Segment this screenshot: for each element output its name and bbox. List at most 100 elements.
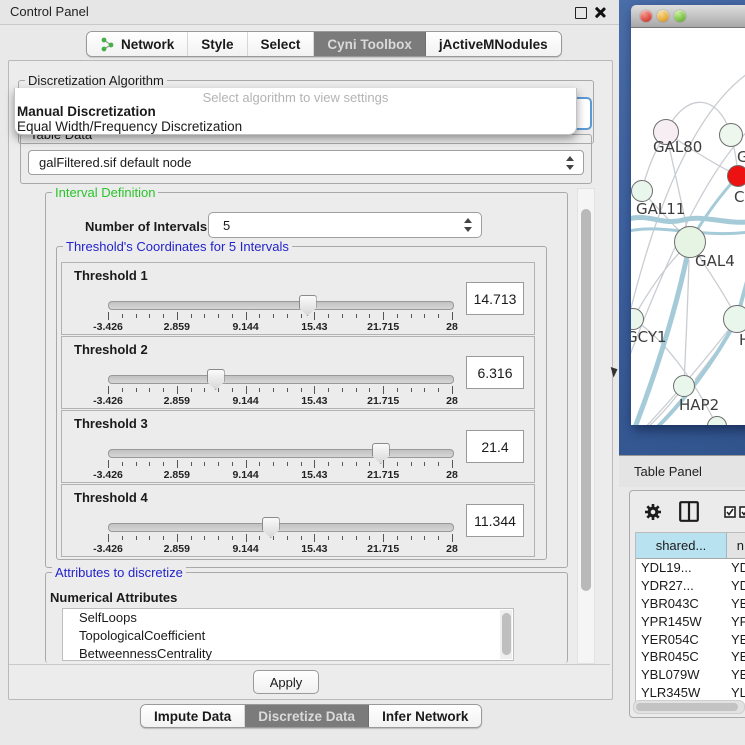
cell-name: YBR0 [731,596,745,611]
network-node[interactable] [631,180,653,202]
tab-infer-network-label: Infer Network [382,709,468,724]
combo-spinner-icon [566,156,574,170]
tab-impute-data-label: Impute Data [154,709,231,724]
node-attribute-table[interactable]: shared... n YDL19... YDL1YDR27... YDR2YB… [635,532,745,703]
network-node-label: GAL4 [695,252,735,270]
tab-cyni-toolbox[interactable]: Cyni Toolbox [314,32,426,56]
number-of-intervals-combobox[interactable]: 5 [208,212,482,238]
tab-jactivemnodules[interactable]: jActiveMNodules [426,32,561,56]
numerical-attributes-list[interactable]: SelfLoopsTopologicalCoefficientBetweenne… [62,608,514,661]
network-node-label: HAP2 [679,396,719,414]
network-node[interactable] [719,123,743,147]
cell-name: YDL1 [731,560,745,575]
number-of-intervals-label: Number of Intervals [85,219,207,234]
table-row[interactable]: YBR043C YBR0 [636,595,745,613]
apply-button-label: Apply [270,675,303,690]
scrollbar-thumb[interactable] [581,209,591,591]
table-row[interactable]: YLR345W YLR3 [636,684,745,702]
tab-discretize-data-label: Discretize Data [258,709,355,724]
table-header-row: shared... n [636,533,745,559]
separator [9,664,610,665]
cell-shared-name: YDL19... [636,560,731,575]
network-node-label: GAL80 [653,138,702,156]
float-window-icon[interactable] [575,7,587,19]
panel-vertical-scrollbar[interactable] [577,188,595,664]
combo-spinner-icon [464,218,472,232]
minimize-traffic-light-icon[interactable] [657,10,669,22]
network-canvas[interactable]: GAL80GACGAL11GAL4GCY1HHAP2 [631,28,745,425]
table-row[interactable]: YPR145W YPR1 [636,612,745,630]
table-row[interactable]: YDL19... YDL1 [636,559,745,577]
interval-definition-group-label: Interval Definition [52,185,158,200]
application-window: Control Panel Network Style Select Cyni … [0,0,745,745]
control-panel-titlebar: Control Panel [0,0,619,25]
attribute-list-item[interactable]: BetweennessCentrality [63,645,513,661]
thresholds-group-label: Threshold's Coordinates for 5 Intervals [63,239,292,254]
table-data-selected-value: galFiltered.sif default node [39,155,191,170]
network-node[interactable] [723,305,745,333]
table-panel-title: Table Panel [634,464,702,479]
cell-shared-name: YBR043C [636,596,731,611]
cell-name: YLR3 [731,685,745,700]
cell-name: YBR0 [731,649,745,664]
tab-impute-data[interactable]: Impute Data [141,705,245,727]
network-icon [100,37,115,52]
cell-shared-name: YER054C [636,632,731,647]
tab-cyni-toolbox-label: Cyni Toolbox [327,37,412,52]
cell-shared-name: YBL079W [636,667,731,682]
tab-style-label: Style [201,37,233,52]
tab-network[interactable]: Network [87,32,188,56]
cell-name: YER0 [731,632,745,647]
control-panel-title: Control Panel [10,4,89,19]
thresholds-group: Threshold's Coordinates for 5 Intervals [56,246,547,560]
checkbox-checked-icon[interactable] [724,506,736,518]
tab-network-label: Network [121,37,174,52]
gear-icon[interactable] [644,503,662,521]
control-panel-tab-bar: Network Style Select Cyni Toolbox jActiv… [86,31,562,57]
column-header-shared-name[interactable]: shared... [636,533,727,558]
cell-shared-name: YDR27... [636,578,731,593]
close-traffic-light-icon[interactable] [640,10,652,22]
tab-discretize-data[interactable]: Discretize Data [245,705,369,727]
apply-button[interactable]: Apply [253,670,319,694]
split-panel-icon[interactable] [679,501,699,522]
cell-name: YPR1 [731,614,745,629]
tab-infer-network[interactable]: Infer Network [369,705,481,727]
table-row[interactable]: YBL079W YBL0 [636,666,745,684]
table-horizontal-scrollbar[interactable] [633,700,745,714]
cell-shared-name: YBR045C [636,649,731,664]
attribute-list-item[interactable]: TopologicalCoefficient [63,627,513,645]
table-panel-titlebar: Table Panel [619,455,745,487]
network-node[interactable] [727,165,745,187]
cell-name: YDR2 [731,578,745,593]
attribute-list-scrollbar[interactable] [500,610,512,659]
bottom-tab-bar: Impute Data Discretize Data Infer Networ… [140,704,482,728]
tab-select[interactable]: Select [248,32,315,56]
network-node[interactable] [673,375,695,397]
table-rows: YDL19... YDL1YDR27... YDR2YBR043C YBR0YP… [636,559,745,703]
table-row[interactable]: YER054C YER0 [636,630,745,648]
scrollbar-thumb[interactable] [502,613,511,655]
scrollbar-thumb[interactable] [636,703,738,711]
cell-shared-name: YPR145W [636,614,731,629]
network-node-label: C [734,188,744,206]
algorithm-option-manual[interactable]: Manual Discretization [17,104,156,119]
cell-name: YBL0 [731,667,745,682]
network-node-label: GAL11 [636,200,685,218]
table-panel-toolbar [636,494,745,530]
attributes-group-label: Attributes to discretize [52,565,186,580]
network-window-titlebar[interactable] [631,5,745,28]
zoom-traffic-light-icon[interactable] [674,10,686,22]
close-icon[interactable] [594,6,606,18]
table-data-combobox[interactable]: galFiltered.sif default node [28,150,584,175]
table-row[interactable]: YBR045C YBR0 [636,648,745,666]
column-header-name[interactable]: n [727,533,745,558]
table-row[interactable]: YDR27... YDR2 [636,577,745,595]
checkbox-checked-icon[interactable] [739,506,745,518]
network-node-label: GA [737,148,745,166]
attribute-list-item[interactable]: SelfLoops [63,609,513,627]
discretization-algorithm-group-label: Discretization Algorithm [25,73,167,88]
tab-style[interactable]: Style [188,32,247,56]
number-of-intervals-value: 5 [223,218,230,233]
algorithm-option-equal-width[interactable]: Equal Width/Frequency Discretization [17,119,242,134]
